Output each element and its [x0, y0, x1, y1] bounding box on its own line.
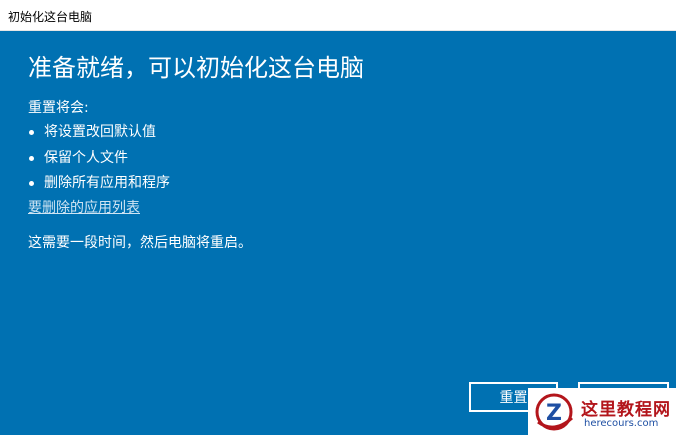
page-heading: 准备就绪，可以初始化这台电脑: [28, 54, 364, 82]
apps-to-remove-link[interactable]: 要删除的应用列表: [28, 199, 140, 217]
intro-text: 重置将会:: [28, 100, 89, 116]
watermark: Z 这里教程网 herecours.com: [528, 388, 676, 435]
list-item: 保留个人文件: [28, 149, 170, 175]
bullet-icon: [29, 181, 34, 186]
watermark-title: 这里教程网: [581, 400, 671, 420]
list-item: 删除所有应用和程序: [28, 174, 170, 200]
bullet-icon: [29, 130, 34, 135]
title-bar[interactable]: 初始化这台电脑: [0, 0, 676, 31]
main-panel: 准备就绪，可以初始化这台电脑 重置将会: 将设置改回默认值 保留个人文件 删除所…: [0, 31, 676, 435]
reset-effects-list: 将设置改回默认值 保留个人文件 删除所有应用和程序: [28, 123, 170, 200]
window-title: 初始化这台电脑: [8, 10, 93, 24]
list-item-label: 保留个人文件: [44, 149, 128, 166]
list-item-label: 将设置改回默认值: [44, 124, 156, 140]
list-item-label: 删除所有应用和程序: [44, 175, 170, 191]
bullet-icon: [29, 155, 34, 161]
watermark-logo-letter: Z: [546, 401, 562, 426]
watermark-url: herecours.com: [584, 418, 659, 429]
list-item: 将设置改回默认值: [28, 123, 170, 149]
watermark-logo-icon: Z: [535, 393, 573, 431]
restart-note: 这需要一段时间，然后电脑将重启。: [28, 235, 252, 251]
